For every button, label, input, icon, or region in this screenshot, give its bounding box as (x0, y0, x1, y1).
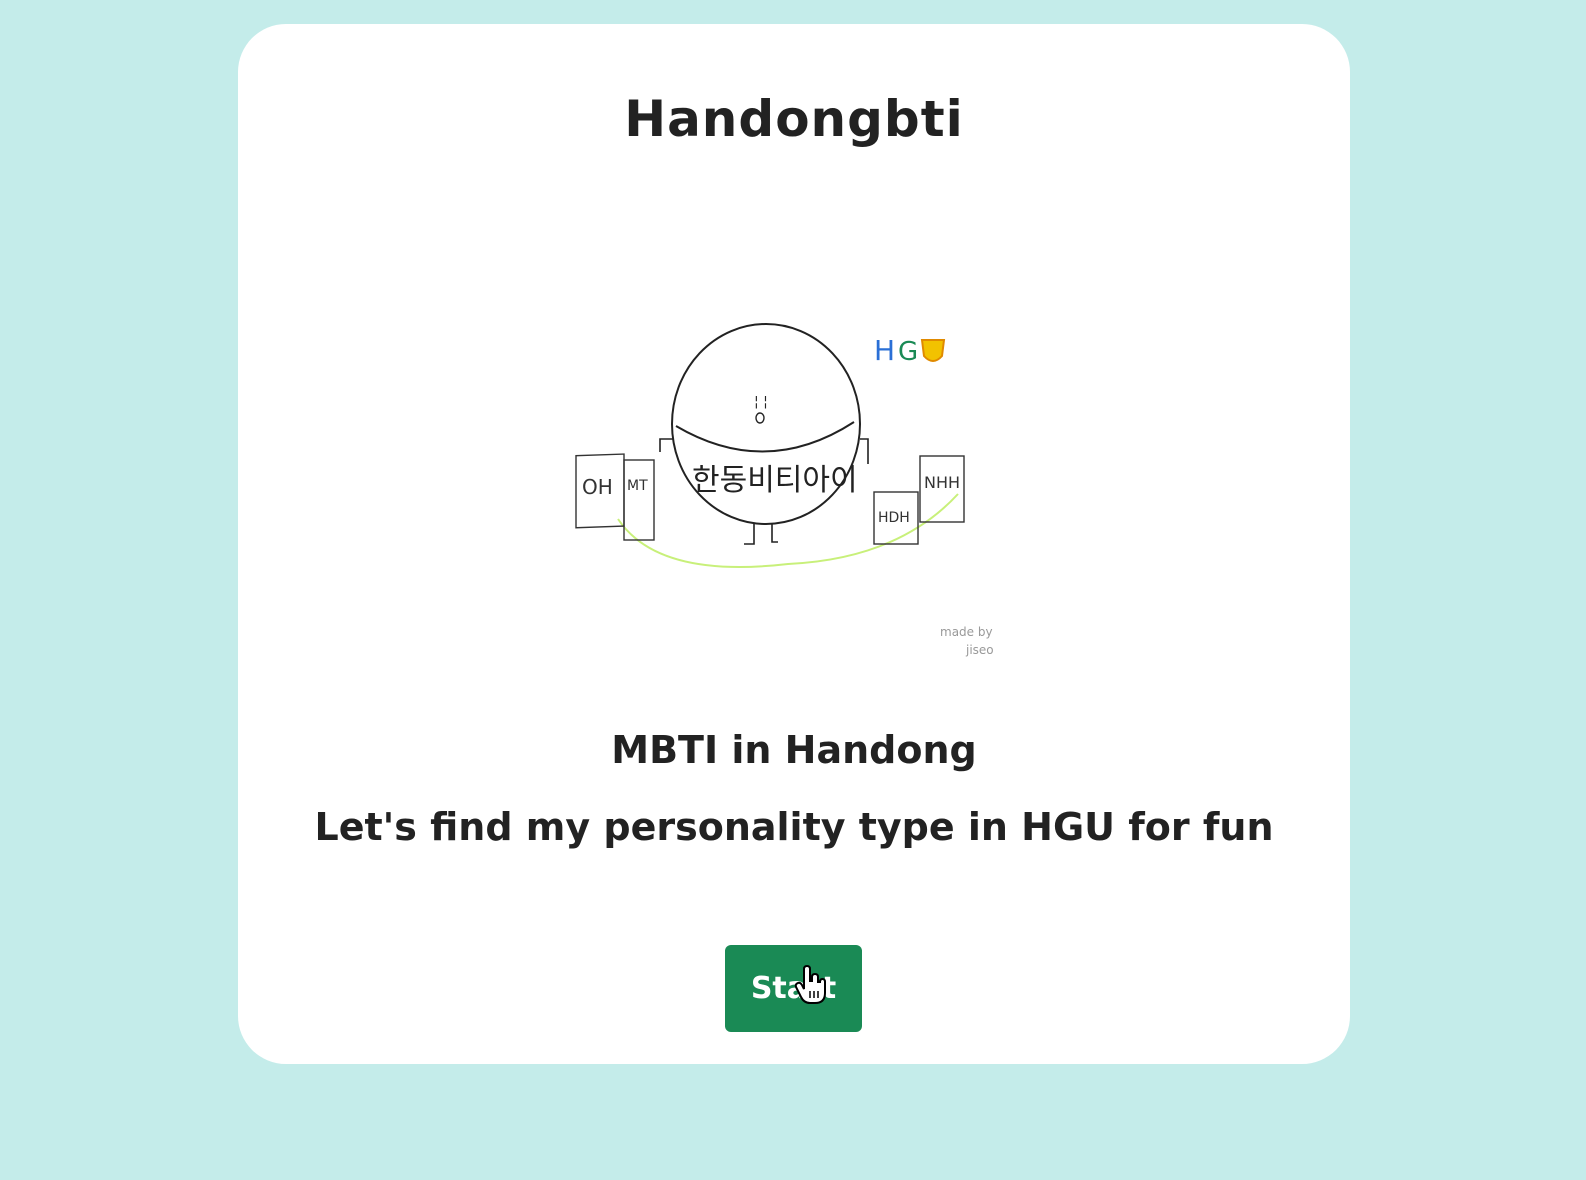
mascot-band (675, 421, 855, 453)
left-sign-side (623, 459, 655, 541)
hg-logo-g: G (898, 337, 918, 367)
page-title: Handongbti (624, 90, 964, 148)
right-small-sign-text: HDH (878, 510, 910, 526)
left-sign-text: OH (582, 475, 613, 499)
left-sign-side-text: MT (627, 478, 648, 494)
subtitle: MBTI in Handong (611, 728, 977, 772)
mascot-illustration: OH MT ¦ ¦ 한동비티아이 NHH HDH H G made by jis… (575, 323, 994, 657)
mascot-label: 한동비티아이 (692, 463, 858, 498)
svg-text:¦ ¦: ¦ ¦ (754, 394, 768, 410)
signature-line1: made by (940, 625, 993, 639)
main-card: Handongbti OH MT ¦ ¦ 한동비티아이 NHH HDH H G … (238, 24, 1350, 1064)
right-sign-text: NHH (924, 473, 960, 492)
start-button[interactable]: Start (725, 945, 862, 1032)
description: Let's find my personality type in HGU fo… (314, 805, 1274, 849)
hg-logo: H (874, 334, 895, 367)
shield-icon (920, 339, 946, 362)
signature-line2: jiseo (965, 643, 994, 657)
ground-arc (617, 493, 959, 568)
